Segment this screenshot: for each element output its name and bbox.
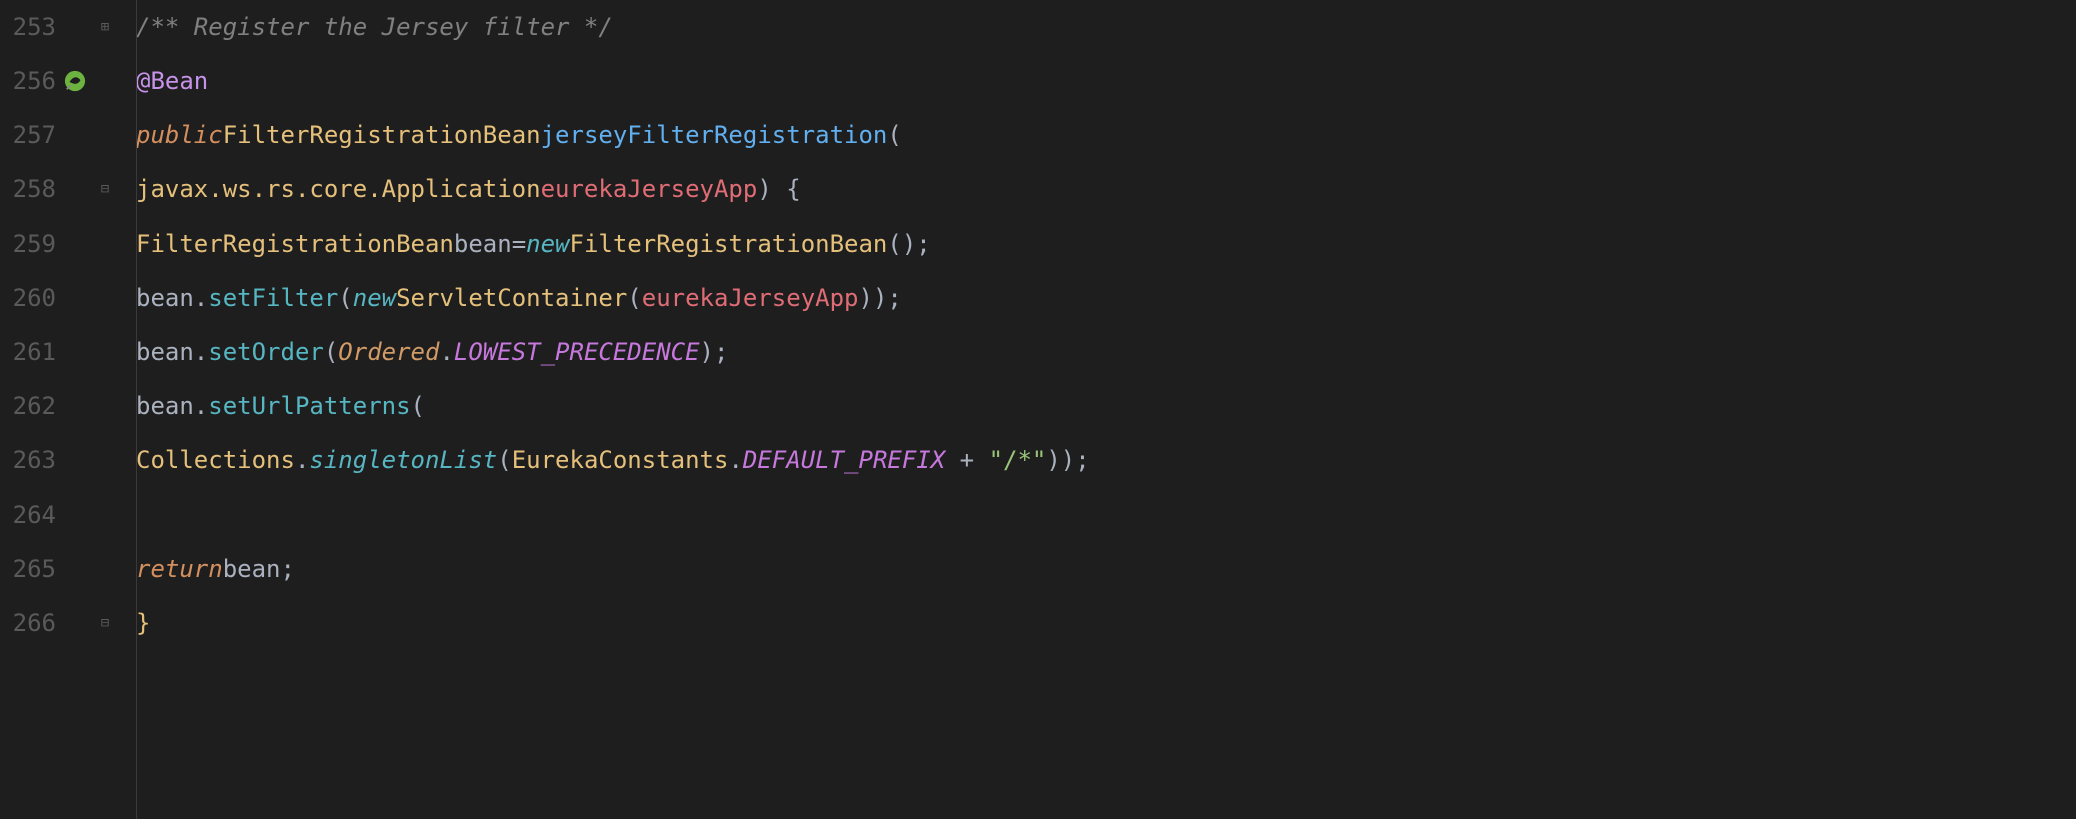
code-line[interactable]: FilterRegistrationBean bean = new Filter…: [136, 217, 2076, 271]
line-number: 261: [0, 333, 60, 371]
gutter-row: 261: [0, 325, 120, 379]
closing-brace: }: [136, 604, 150, 642]
class-ref: Collections: [136, 441, 295, 479]
var-type: FilterRegistrationBean: [136, 225, 454, 263]
gutter-row: 257: [0, 108, 120, 162]
constructor: ServletContainer: [396, 279, 627, 317]
code-editor: 253 ⊞ 256 257 258 ⊟ 259: [0, 0, 2076, 819]
code-line[interactable]: [136, 488, 2076, 542]
equals: =: [512, 225, 526, 263]
keyword-new: new: [526, 225, 569, 263]
static-field: DEFAULT_PREFIX: [743, 441, 945, 479]
annotation: @Bean: [136, 62, 208, 100]
indent-guide: [136, 0, 137, 819]
gutter-row: 265: [0, 542, 120, 596]
code-line[interactable]: bean.setFilter(new ServletContainer(eure…: [136, 271, 2076, 325]
doc-comment: /** Register the Jersey filter */: [136, 8, 613, 46]
static-field: LOWEST_PRECEDENCE: [454, 333, 700, 371]
code-line[interactable]: /** Register the Jersey filter */: [136, 0, 2076, 54]
gutter-row: 266 ⊟: [0, 596, 120, 650]
fold-collapse-icon[interactable]: ⊟: [101, 612, 109, 634]
tail: ();: [887, 225, 930, 263]
method-call: setOrder: [208, 333, 324, 371]
code-line[interactable]: bean.setOrder(Ordered.LOWEST_PRECEDENCE)…: [136, 325, 2076, 379]
code-line[interactable]: bean.setUrlPatterns(: [136, 379, 2076, 433]
constructor: FilterRegistrationBean: [570, 225, 888, 263]
code-area[interactable]: /** Register the Jersey filter */ @Bean …: [128, 0, 2076, 819]
paren-open: (: [887, 116, 901, 154]
line-number: 259: [0, 225, 60, 263]
fold-expand-icon[interactable]: ⊞: [101, 16, 109, 38]
line-number: 266: [0, 604, 60, 642]
gutter-row: 263: [0, 434, 120, 488]
method-name: jerseyFilterRegistration: [541, 116, 888, 154]
gutter-row: 253 ⊞: [0, 0, 120, 54]
keyword-public: public: [136, 116, 223, 154]
var-ref: bean: [136, 333, 194, 371]
method-call: setUrlPatterns: [208, 387, 410, 425]
argument: eurekaJerseyApp: [642, 279, 859, 317]
line-number: 253: [0, 8, 60, 46]
spring-bean-icon[interactable]: [64, 70, 86, 92]
static-method: singletonList: [309, 441, 497, 479]
code-line[interactable]: Collections.singletonList(EurekaConstant…: [136, 434, 2076, 488]
gutter-icon-slot[interactable]: [60, 70, 90, 92]
gutter-row: 258 ⊟: [0, 163, 120, 217]
gutter-row: 262: [0, 379, 120, 433]
param-name: eurekaJerseyApp: [541, 170, 758, 208]
return-type: FilterRegistrationBean: [223, 116, 541, 154]
class-ref: Ordered: [338, 333, 439, 371]
line-number: 264: [0, 496, 60, 534]
string-literal: "/*": [989, 441, 1047, 479]
gutter-row: 260: [0, 271, 120, 325]
fold-slot[interactable]: ⊟: [90, 178, 120, 200]
line-number: 256: [0, 62, 60, 100]
gutter: 253 ⊞ 256 257 258 ⊟ 259: [0, 0, 128, 819]
line-number: 262: [0, 387, 60, 425]
line-number: 258: [0, 170, 60, 208]
fold-slot[interactable]: ⊞: [90, 16, 120, 38]
line-number: 257: [0, 116, 60, 154]
line-number: 260: [0, 279, 60, 317]
gutter-row: 256: [0, 54, 120, 108]
keyword-return: return: [136, 550, 223, 588]
fold-collapse-icon[interactable]: ⊟: [101, 178, 109, 200]
class-ref: EurekaConstants: [512, 441, 729, 479]
var-ref: bean: [136, 387, 194, 425]
gutter-row: 259: [0, 217, 120, 271]
keyword-new: new: [353, 279, 396, 317]
paren-close-brace: ) {: [757, 170, 800, 208]
code-line[interactable]: public FilterRegistrationBean jerseyFilt…: [136, 108, 2076, 162]
fold-slot[interactable]: ⊟: [90, 612, 120, 634]
line-number: 263: [0, 441, 60, 479]
line-number: 265: [0, 550, 60, 588]
code-line[interactable]: @Bean: [136, 54, 2076, 108]
param-type: javax.ws.rs.core.Application: [136, 170, 541, 208]
code-line[interactable]: return bean;: [136, 542, 2076, 596]
code-line[interactable]: javax.ws.rs.core.Application eurekaJerse…: [136, 163, 2076, 217]
gutter-row: 264: [0, 488, 120, 542]
var-name: bean: [454, 225, 512, 263]
var-ref: bean: [136, 279, 194, 317]
var-ref: bean: [223, 550, 281, 588]
method-call: setFilter: [208, 279, 338, 317]
code-line[interactable]: }: [136, 596, 2076, 650]
